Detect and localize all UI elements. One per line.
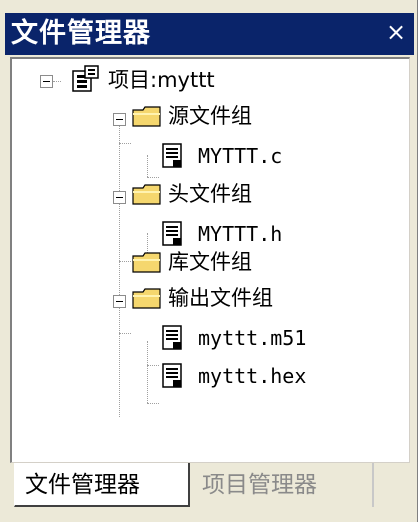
file-tree[interactable]: 项目:myttt 源文件组 MYTTT.c 头文件组 MYTTT.h 库文件组 … [10, 57, 410, 463]
file-label: myttt.m51 [198, 326, 307, 350]
file-label: MYTTT.h [198, 222, 283, 246]
tree-connector [147, 177, 159, 178]
tab-project-manager[interactable]: 项目管理器 [192, 463, 374, 507]
file-icon [162, 143, 182, 168]
tree-node-group[interactable]: 输出文件组 [168, 283, 273, 313]
project-label: 项目:myttt [108, 68, 215, 92]
file-label: myttt.hex [198, 364, 307, 388]
tree-node-group[interactable]: 库文件组 [168, 247, 252, 277]
tree-connector [147, 365, 159, 366]
tree-connector [147, 155, 148, 177]
tree-node-file[interactable]: MYTTT.h [198, 219, 282, 249]
tree-node-file[interactable]: MYTTT.c [198, 141, 282, 171]
group-label: 库文件组 [168, 250, 252, 274]
tree-connector [119, 333, 131, 334]
collapse-toggle[interactable] [113, 113, 126, 126]
folder-icon [132, 288, 161, 309]
file-icon [162, 221, 182, 246]
folder-icon [132, 184, 161, 205]
group-label: 头文件组 [168, 182, 252, 206]
file-icon [162, 363, 182, 388]
tree-connector [119, 143, 131, 144]
folder-icon [132, 106, 161, 127]
collapse-toggle[interactable] [113, 191, 126, 204]
tree-node-file[interactable]: myttt.m51 [198, 323, 306, 353]
collapse-toggle[interactable] [40, 75, 53, 88]
close-button[interactable]: × [384, 19, 408, 45]
panel-tab-strip: 文件管理器 项目管理器 [10, 463, 410, 513]
collapse-toggle[interactable] [113, 295, 126, 308]
tree-node-group[interactable]: 头文件组 [168, 179, 252, 209]
tree-node-file[interactable]: myttt.hex [198, 361, 306, 391]
panel-titlebar[interactable]: 文件管理器 × [5, 13, 414, 55]
tree-node-group[interactable]: 源文件组 [168, 101, 252, 131]
tree-connector [119, 261, 131, 262]
file-label: MYTTT.c [198, 144, 283, 168]
tree-connector [53, 81, 61, 82]
tree-connector [119, 117, 120, 417]
group-label: 源文件组 [168, 104, 252, 128]
tree-node-project[interactable]: 项目:myttt [108, 65, 215, 95]
group-label: 输出文件组 [168, 286, 273, 310]
file-manager-panel: 文件管理器 × 项目:myttt 源文件组 MYTTT.c 头文件组 MYTTT… [0, 0, 418, 522]
tree-connector [147, 403, 159, 404]
tab-file-manager[interactable]: 文件管理器 [14, 463, 190, 507]
file-icon [162, 325, 182, 350]
project-icon [72, 65, 99, 92]
tree-connector [147, 341, 148, 403]
folder-icon [132, 252, 161, 273]
panel-title: 文件管理器 [11, 18, 151, 49]
